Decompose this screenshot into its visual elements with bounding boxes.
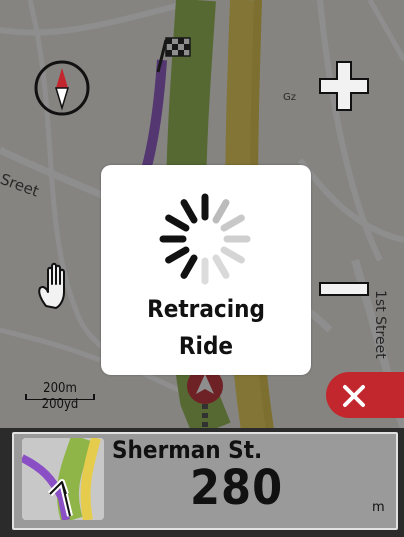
spinner-tick (165, 214, 190, 232)
distance-unit: m (372, 500, 385, 515)
zoom-out-button[interactable] (318, 282, 370, 296)
spinner-tick (165, 246, 190, 264)
spinner-tick (180, 254, 198, 279)
close-icon (343, 385, 365, 407)
scale-imperial: 200yd (41, 397, 79, 412)
map-scale: 200m 200yd (24, 380, 96, 416)
compass-icon[interactable] (32, 58, 92, 118)
device-screen: Gz Sreet 1st Street 200m 200yd Retrac (0, 0, 404, 537)
spinner-tick (212, 199, 230, 224)
zoom-in-button[interactable] (318, 60, 370, 112)
spinner-tick (180, 199, 198, 224)
dialog-title-line2: Ride (178, 332, 234, 360)
spinner-tick (220, 214, 245, 232)
retracing-dialog: Retracing Ride (101, 165, 311, 375)
distance-to-turn: 280 (190, 460, 284, 516)
spinner-icon (159, 193, 251, 285)
dialog-title-line1: Retracing (147, 295, 265, 323)
close-button[interactable] (326, 372, 404, 418)
spinner-tick (220, 246, 245, 264)
turn-preview-icon (22, 438, 104, 520)
hand-icon[interactable] (36, 262, 78, 310)
spinner-tick (212, 254, 230, 279)
